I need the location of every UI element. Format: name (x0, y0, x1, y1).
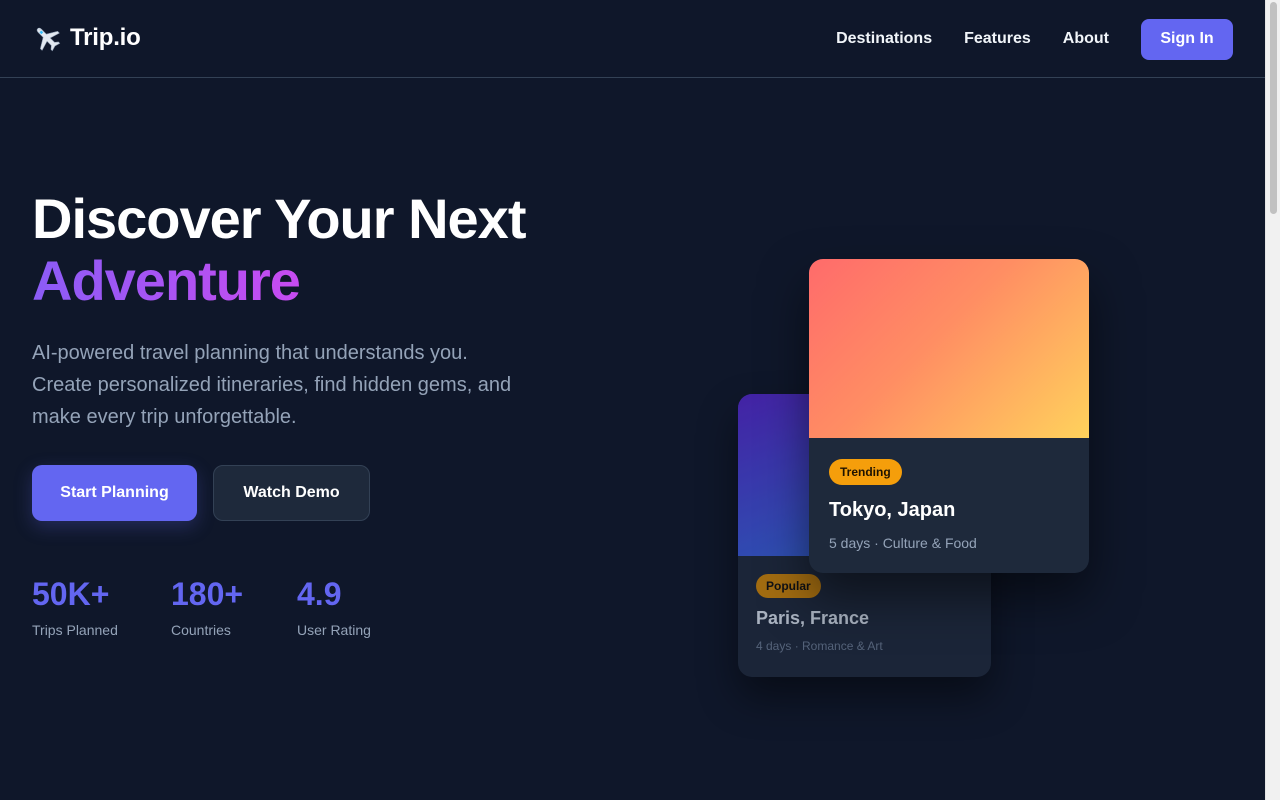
stat-label: User Rating (297, 622, 371, 638)
card-meta: 4 days · Romance & Art (756, 639, 883, 653)
landing-page: Trip.io Destinations Features About Sign… (0, 0, 1280, 800)
hero-title: Discover Your Next Adventure (32, 187, 526, 312)
hero-title-highlight: Adventure (32, 250, 525, 312)
stat-rating: 4.9 User Rating (297, 575, 371, 638)
hero-subtitle: AI-powered travel planning that understa… (32, 342, 512, 428)
stat-value: 180+ (171, 576, 244, 612)
stat-label: Trips Planned (32, 622, 118, 638)
watch-demo-button[interactable]: Watch Demo (213, 465, 370, 521)
card-body: Trending Tokyo, Japan 5 days · Culture &… (809, 438, 1089, 551)
top-navbar: Trip.io Destinations Features About Sign… (0, 0, 1265, 78)
sign-in-button[interactable]: Sign In (1141, 18, 1233, 60)
card-title: Tokyo, Japan (829, 499, 956, 521)
stat-trips: 50K+ Trips Planned (32, 575, 118, 638)
brand-name: Trip.io (70, 24, 141, 51)
page-scrollbar[interactable] (1265, 0, 1280, 800)
main-nav: Destinations Features About Sign In (836, 0, 1233, 78)
nav-link-about[interactable]: About (1063, 30, 1109, 48)
card-title: Paris, France (756, 608, 870, 628)
stat-value: 4.9 (297, 576, 342, 612)
card-badge: Popular (756, 574, 821, 598)
destination-card-tokyo[interactable]: Trending Tokyo, Japan 5 days · Culture &… (809, 259, 1089, 573)
stat-value: 50K+ (32, 576, 110, 612)
card-meta: 5 days · Culture & Food (829, 535, 977, 551)
nav-link-destinations[interactable]: Destinations (836, 30, 932, 48)
brand-logo[interactable]: Trip.io (32, 22, 141, 54)
stat-label: Countries (171, 622, 231, 638)
hero-title-line1: Discover Your Next (32, 187, 526, 250)
nav-link-features[interactable]: Features (964, 30, 1031, 48)
scrollbar-thumb[interactable] (1270, 2, 1277, 214)
start-planning-button[interactable]: Start Planning (32, 465, 197, 521)
card-badge: Trending (829, 459, 902, 485)
airplane-icon (36, 27, 61, 52)
stat-countries: 180+ Countries (171, 575, 243, 638)
card-image (809, 259, 1089, 438)
